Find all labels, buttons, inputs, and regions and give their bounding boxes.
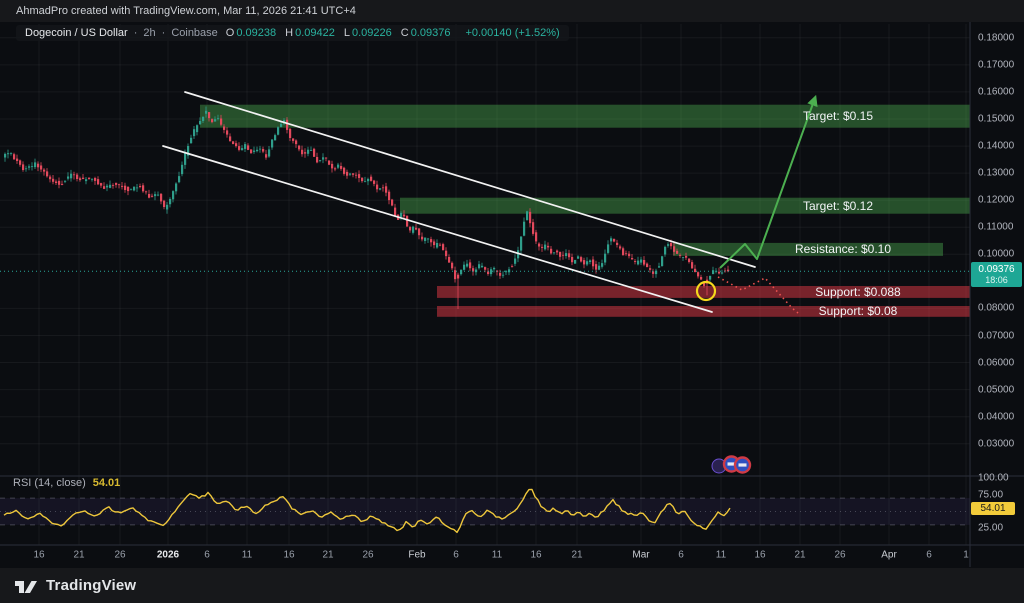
tradingview-logo-icon[interactable] xyxy=(14,577,38,595)
price-tick: 0.10000 xyxy=(978,249,1014,260)
price-tick: 0.15000 xyxy=(978,114,1014,125)
change-label: +0.00140 (+1.52%) xyxy=(465,27,559,39)
time-tick: 26 xyxy=(362,550,373,561)
bar-countdown: 18:06 xyxy=(971,275,1022,286)
legend-separator: · xyxy=(134,27,138,39)
price-tick: 0.03000 xyxy=(978,438,1014,449)
exchange-label: Coinbase xyxy=(171,27,217,39)
rsi-legend[interactable]: RSI (14, close) 54.01 xyxy=(13,477,120,489)
ohlc-label: L xyxy=(344,27,350,39)
ohlc-label: O xyxy=(226,27,235,39)
zone-label-resistance-010: Resistance: $0.10 xyxy=(795,242,891,256)
time-tick: 21 xyxy=(73,550,84,561)
price-tick: 0.04000 xyxy=(978,411,1014,422)
watermark-text: AhmadPro created with TradingView.com, M… xyxy=(16,5,356,17)
ohlc-value: 0.09226 xyxy=(352,27,392,39)
current-price-badge: 0.09376 18:06 xyxy=(971,262,1022,287)
time-tick: 16 xyxy=(283,550,294,561)
time-tick: 2026 xyxy=(157,550,179,561)
time-tick: 6 xyxy=(204,550,210,561)
ohlc-label: H xyxy=(285,27,293,39)
price-tick: 0.14000 xyxy=(978,141,1014,152)
rsi-value: 54.01 xyxy=(93,477,121,489)
price-tick: 0.16000 xyxy=(978,86,1014,97)
rsi-tick: 100.00 xyxy=(978,473,1009,484)
interval-label[interactable]: 2h xyxy=(143,27,155,39)
time-tick: 16 xyxy=(33,550,44,561)
symbol-legend[interactable]: Dogecoin / US Dollar · 2h · Coinbase O0.… xyxy=(16,25,569,41)
price-tick: 0.17000 xyxy=(978,59,1014,70)
rsi-value-badge: 54.01 xyxy=(971,502,1015,515)
tradingview-brand[interactable]: TradingView xyxy=(46,577,136,594)
footer-bar: TradingView xyxy=(0,568,1024,603)
tradingview-chart-screen: AhmadPro created with TradingView.com, M… xyxy=(0,0,1024,603)
price-tick: 0.11000 xyxy=(978,222,1013,233)
price-tick: 0.18000 xyxy=(978,32,1014,43)
time-tick: 1 xyxy=(963,550,969,561)
watermark-bar: AhmadPro created with TradingView.com, M… xyxy=(0,0,1024,22)
zone-label-support-0088: Support: $0.088 xyxy=(815,285,900,299)
ohlc-value: 0.09376 xyxy=(411,27,451,39)
time-tick: 21 xyxy=(322,550,333,561)
time-tick: Feb xyxy=(408,550,425,561)
time-tick: 11 xyxy=(716,550,726,561)
time-tick: 16 xyxy=(530,550,541,561)
time-tick: 21 xyxy=(571,550,582,561)
ohlc-values: O0.09238 H0.09422 L0.09226 C0.09376 xyxy=(224,27,456,39)
time-tick: 26 xyxy=(114,550,125,561)
time-tick: 6 xyxy=(453,550,459,561)
time-tick: 6 xyxy=(926,550,932,561)
emoji-markers-icon xyxy=(712,457,750,474)
time-tick: Apr xyxy=(881,550,897,561)
price-tick: 0.06000 xyxy=(978,357,1014,368)
rsi-tick: 25.00 xyxy=(978,523,1003,534)
price-tick: 0.13000 xyxy=(978,168,1014,179)
time-tick: 11 xyxy=(242,550,252,561)
time-tick: 6 xyxy=(678,550,684,561)
zone-label-support-008: Support: $0.08 xyxy=(819,304,898,318)
price-tick: 0.07000 xyxy=(978,330,1014,341)
price-tick: 0.12000 xyxy=(978,195,1014,206)
zone-label-target-015: Target: $0.15 xyxy=(803,109,873,123)
time-tick: 21 xyxy=(794,550,805,561)
time-tick: 11 xyxy=(492,550,502,561)
symbol-title[interactable]: Dogecoin / US Dollar xyxy=(25,27,128,39)
time-tick: 26 xyxy=(834,550,845,561)
rsi-title[interactable]: RSI (14, close) xyxy=(13,477,86,489)
ohlc-value: 0.09422 xyxy=(295,27,335,39)
legend-separator: · xyxy=(162,27,166,39)
current-price-value: 0.09376 xyxy=(971,264,1022,275)
time-tick: 16 xyxy=(754,550,765,561)
price-tick: 0.08000 xyxy=(978,303,1014,314)
time-tick: Mar xyxy=(632,550,649,561)
ohlc-label: C xyxy=(401,27,409,39)
ohlc-value: 0.09238 xyxy=(236,27,276,39)
chart-plot[interactable] xyxy=(0,0,1024,603)
zone-label-target-012: Target: $0.12 xyxy=(803,199,873,213)
rsi-tick: 75.00 xyxy=(978,489,1003,500)
price-tick: 0.05000 xyxy=(978,384,1014,395)
